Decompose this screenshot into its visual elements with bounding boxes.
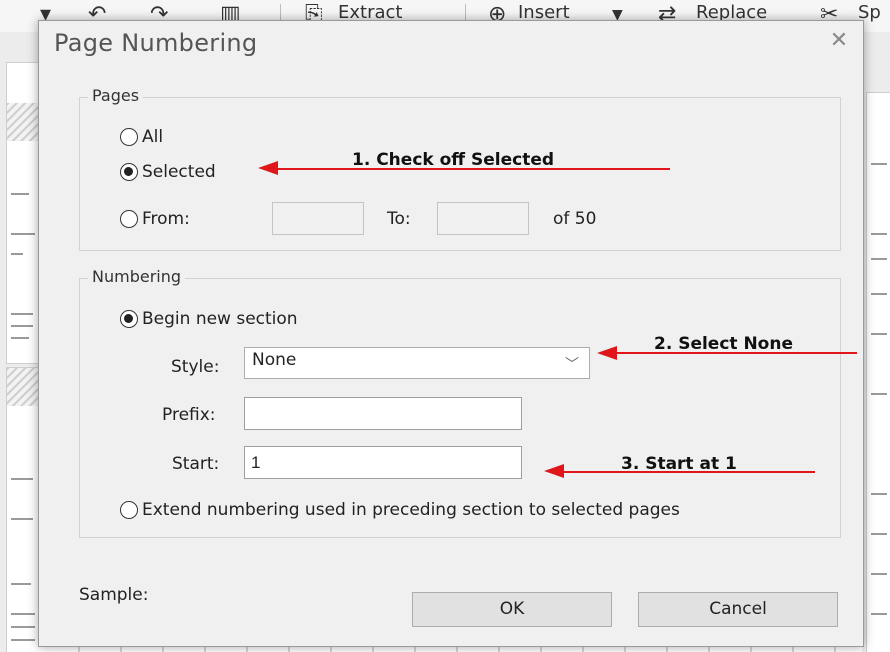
arrow-head-icon bbox=[544, 464, 564, 478]
radio-button-icon[interactable] bbox=[120, 210, 138, 228]
numbering-group: Numbering Begin new section Style: None … bbox=[79, 267, 841, 538]
radio-extend-numbering[interactable]: Extend numbering used in preceding secti… bbox=[120, 500, 680, 520]
total-pages-label: of 50 bbox=[553, 209, 597, 229]
page-thumbnail[interactable] bbox=[6, 62, 38, 364]
arrow-head-icon bbox=[597, 346, 617, 360]
to-label: To: bbox=[387, 209, 411, 229]
pages-group: Pages All Selected From: To: of 50 bbox=[79, 86, 841, 251]
radio-button-selected-icon[interactable] bbox=[120, 310, 138, 328]
radio-all-label: All bbox=[142, 127, 164, 147]
style-label: Style: bbox=[171, 357, 220, 377]
close-icon[interactable]: ✕ bbox=[825, 27, 853, 55]
style-dropdown-value: None bbox=[252, 350, 297, 370]
begin-new-section-label: Begin new section bbox=[142, 309, 298, 329]
start-input[interactable] bbox=[244, 446, 522, 479]
prefix-label: Prefix: bbox=[162, 405, 216, 425]
to-page-input[interactable] bbox=[437, 202, 529, 235]
cancel-button[interactable]: Cancel bbox=[638, 592, 838, 627]
radio-from[interactable]: From: bbox=[120, 209, 190, 229]
arrow-head-icon bbox=[258, 161, 278, 175]
extend-numbering-label: Extend numbering used in preceding secti… bbox=[142, 500, 680, 520]
left-thumbnails bbox=[0, 32, 38, 652]
radio-selected-label: Selected bbox=[142, 162, 216, 182]
annotation-step2: 2. Select None bbox=[654, 334, 793, 354]
radio-button-icon[interactable] bbox=[120, 128, 138, 146]
from-page-input[interactable] bbox=[272, 202, 364, 235]
radio-selected[interactable]: Selected bbox=[120, 162, 216, 182]
style-dropdown[interactable]: None ﹀ bbox=[244, 347, 590, 379]
page-thumbnail[interactable] bbox=[866, 92, 890, 652]
page-thumbnail[interactable] bbox=[6, 367, 38, 652]
prefix-input[interactable] bbox=[244, 397, 522, 430]
numbering-legend: Numbering bbox=[88, 267, 186, 286]
start-label: Start: bbox=[172, 454, 220, 474]
sample-label: Sample: bbox=[79, 585, 149, 605]
radio-all[interactable]: All bbox=[120, 127, 163, 147]
radio-begin-new-section[interactable]: Begin new section bbox=[120, 309, 298, 329]
radio-button-icon[interactable] bbox=[120, 501, 138, 519]
annotation-step1: 1. Check off Selected bbox=[352, 150, 555, 170]
radio-button-selected-icon[interactable] bbox=[120, 163, 138, 181]
annotation-arrow bbox=[615, 352, 857, 354]
chevron-down-icon[interactable]: ﹀ bbox=[565, 354, 579, 374]
radio-from-label: From: bbox=[142, 209, 190, 229]
dialog-title: Page Numbering bbox=[54, 29, 258, 57]
ok-button[interactable]: OK bbox=[412, 592, 612, 627]
pages-legend: Pages bbox=[88, 86, 144, 105]
annotation-arrow bbox=[562, 471, 815, 473]
right-thumbnails bbox=[862, 32, 890, 652]
annotation-arrow bbox=[276, 168, 670, 170]
